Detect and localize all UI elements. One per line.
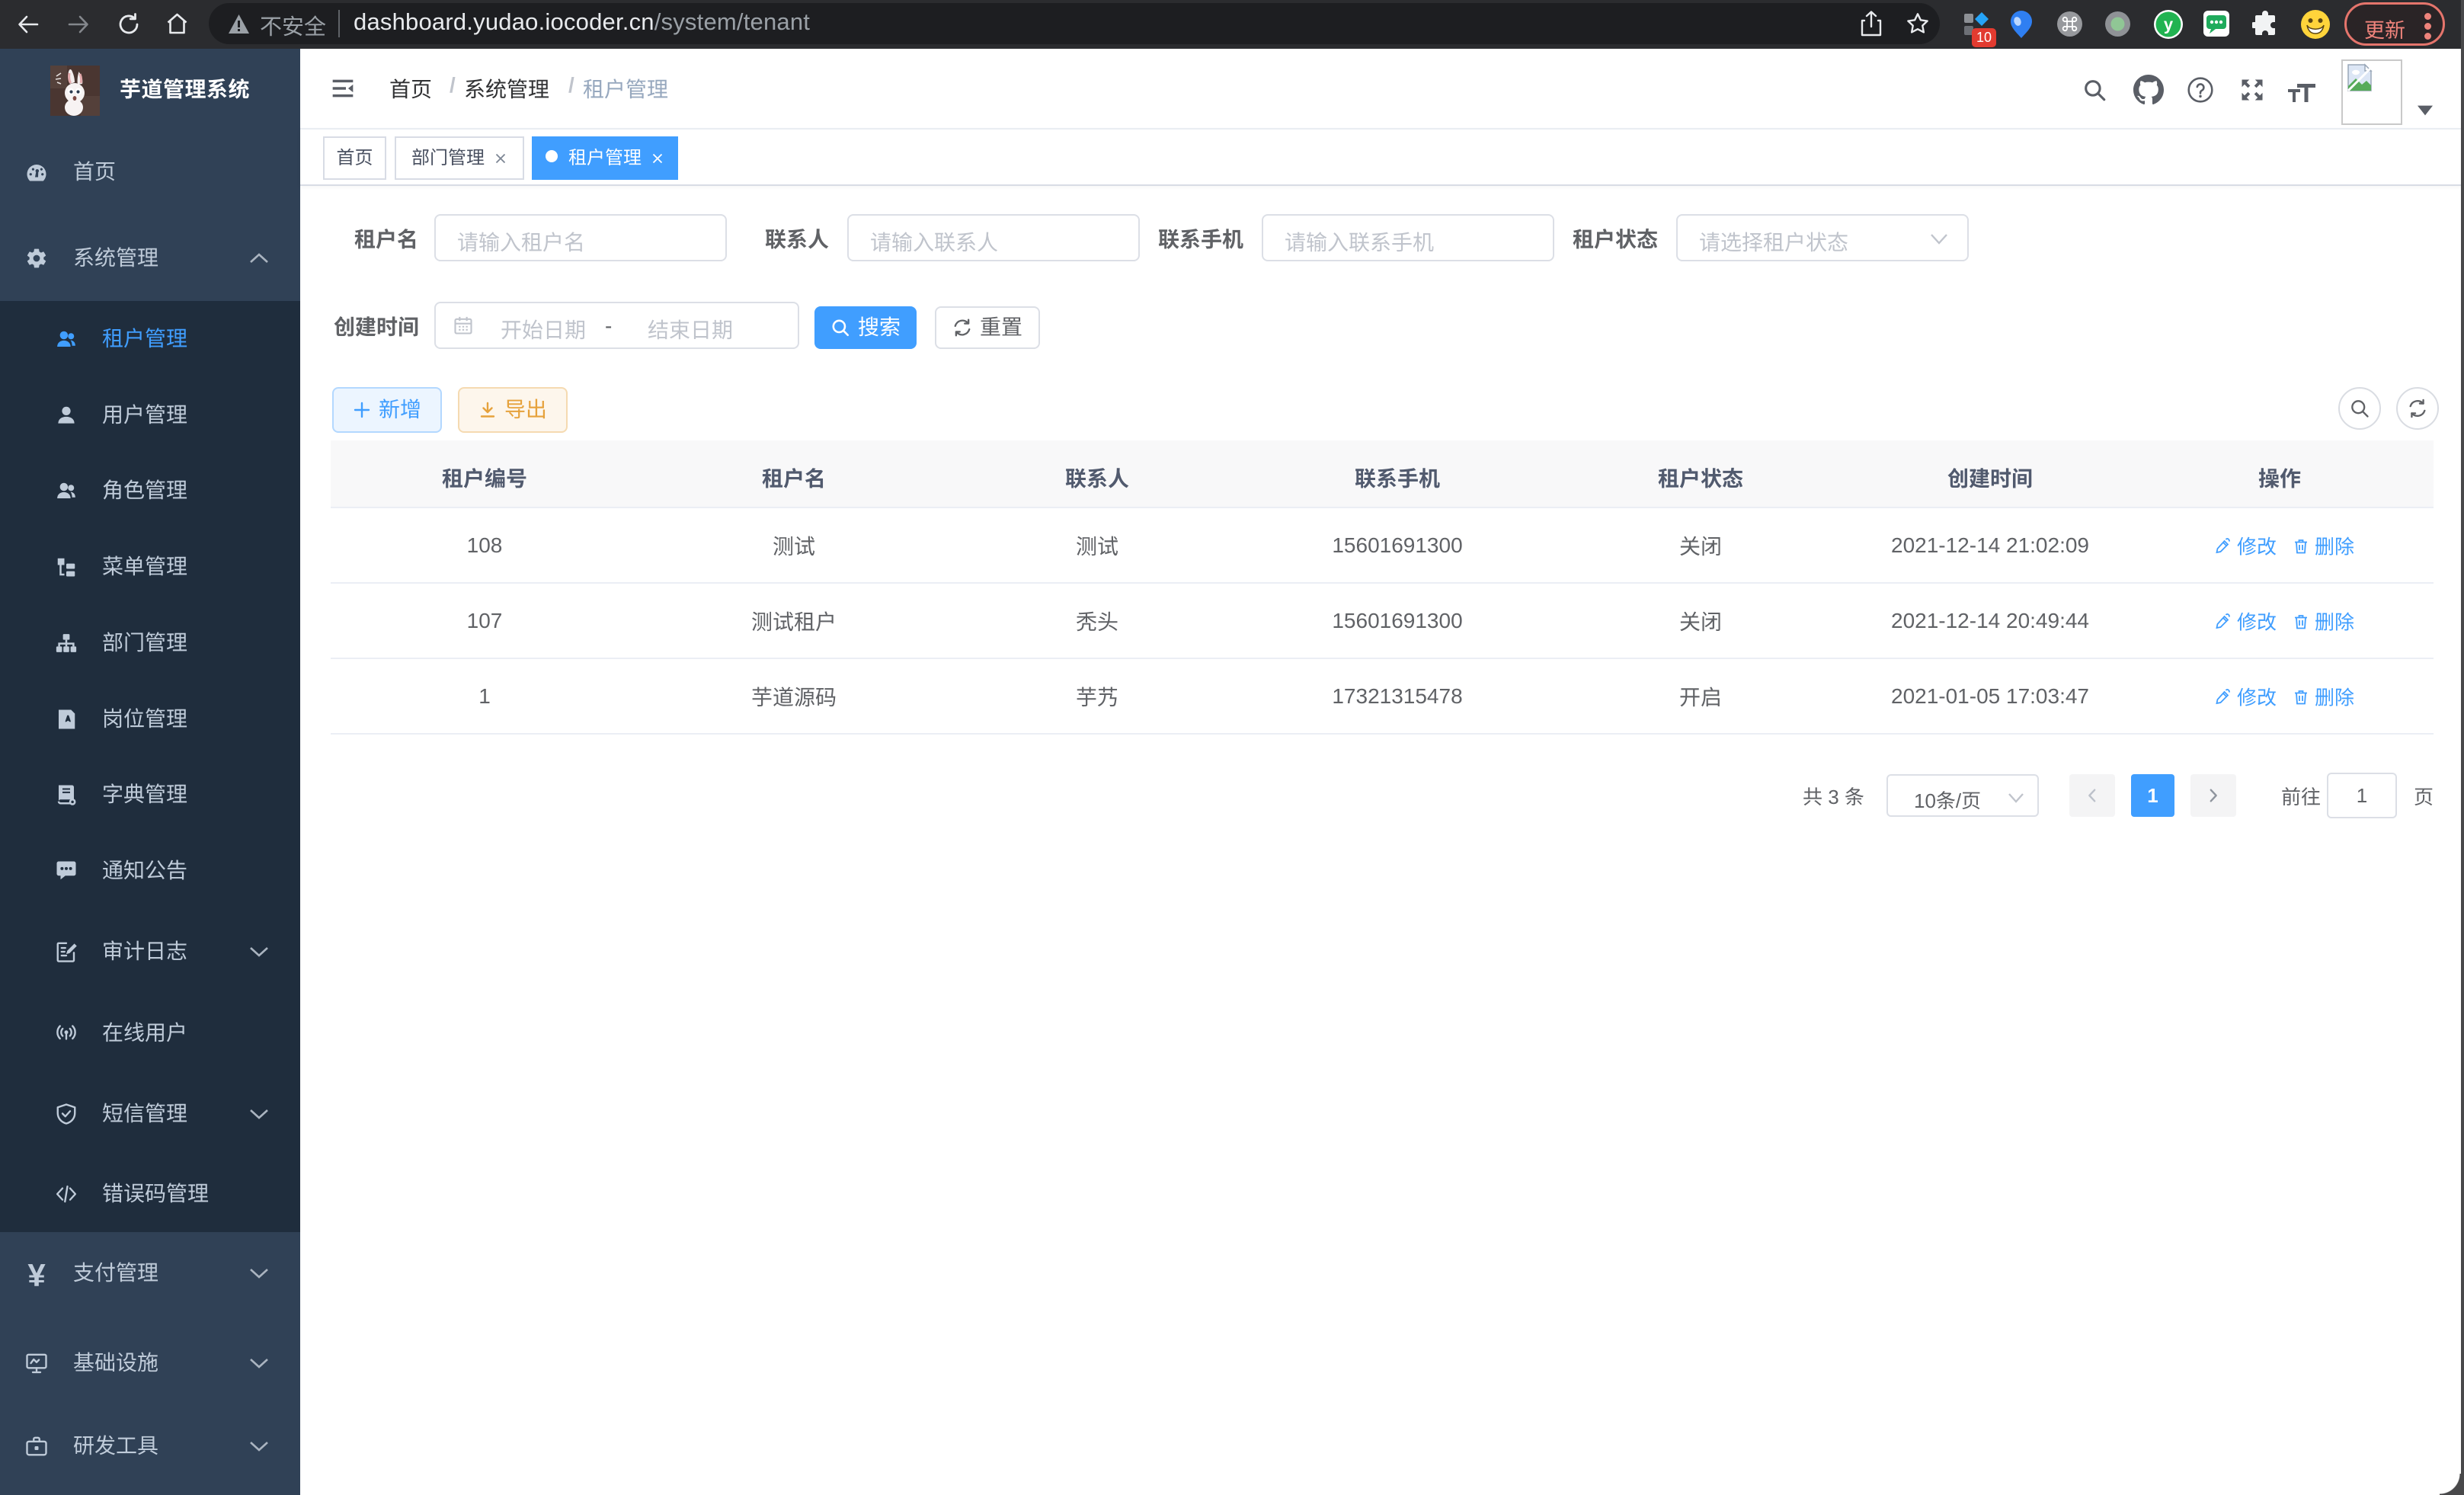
svg-text:y: y bbox=[2164, 15, 2174, 34]
